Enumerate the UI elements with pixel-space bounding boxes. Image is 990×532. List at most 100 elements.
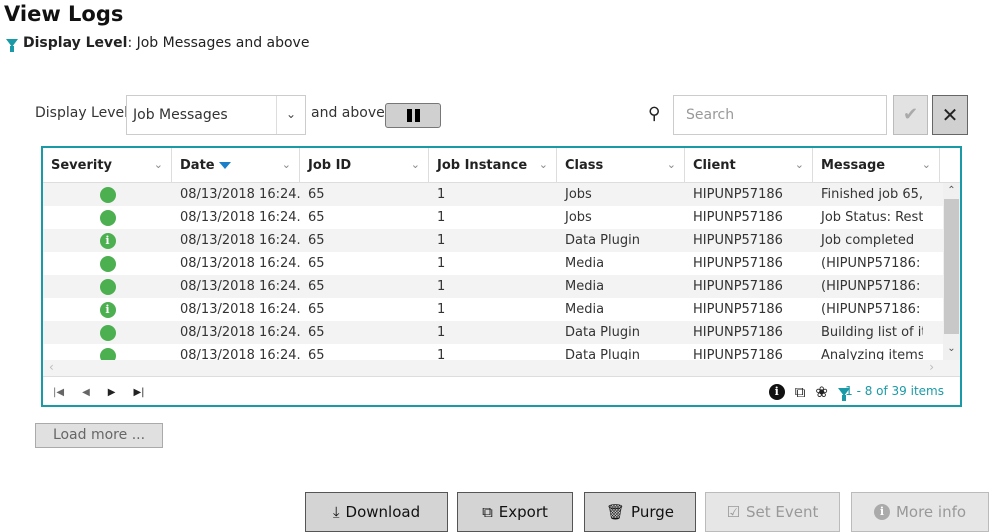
severity-cell [43, 252, 172, 275]
instance-cell: 1 [437, 187, 446, 202]
scroll-up-icon[interactable]: ⌃ [943, 185, 960, 196]
column-label: Class [565, 158, 604, 173]
success-icon [99, 186, 116, 203]
class-cell: Data Plugin [565, 233, 640, 248]
set-event-button[interactable]: ☑ Set Event [705, 492, 840, 532]
pause-button[interactable] [385, 103, 441, 128]
display-level-label: Display Level [35, 105, 129, 121]
date-cell: 08/13/2018 16:24... [180, 348, 300, 360]
success-icon [99, 324, 116, 341]
job-id-cell: 65 [308, 210, 325, 225]
scroll-right-icon[interactable]: › [929, 360, 934, 374]
chevron-down-icon[interactable]: ⌄ [795, 158, 804, 171]
column-label: Job Instance [437, 158, 528, 173]
table-row[interactable]: 08/13/2018 16:24... 65 1 Media HIPUNP57186 (H… [43, 252, 960, 275]
column-client[interactable]: Client ⌄ [685, 148, 813, 182]
display-level-select[interactable]: Job Messages ⌄ [126, 95, 306, 135]
last-page-icon[interactable]: ▶| [133, 387, 144, 398]
success-icon [99, 347, 116, 360]
instance-cell: 1 [437, 348, 446, 360]
table-row[interactable]: 08/13/2018 16:24... 65 1 Data Plugin HIPUNP5… [43, 344, 960, 360]
severity-cell [43, 321, 172, 344]
export-icon[interactable]: ⧉ [795, 383, 806, 401]
horizontal-scrollbar[interactable]: ‹ › [43, 360, 960, 377]
column-job-id[interactable]: Job ID ⌄ [300, 148, 429, 182]
class-cell: Jobs [565, 187, 592, 202]
date-cell: 08/13/2018 16:24... [180, 210, 300, 225]
info-icon: i [99, 301, 116, 318]
display-level-value: Job Messages [127, 96, 277, 134]
chevron-down-icon[interactable]: ⌄ [539, 158, 548, 171]
column-severity[interactable]: Severity ⌄ [43, 148, 172, 182]
grid-rows: 08/13/2018 16:24... 65 1 Jobs HIPUNP57186 Fin… [43, 183, 960, 360]
client-cell: HIPUNP57186 [693, 233, 783, 248]
chevron-down-icon[interactable]: ⌄ [282, 158, 291, 171]
job-id-cell: 65 [308, 187, 325, 202]
info-icon: i [873, 504, 890, 520]
apply-search-button[interactable]: ✔ [893, 95, 928, 135]
message-cell: Job Status: Restor... [821, 210, 923, 225]
message-cell: Job completed [821, 233, 915, 248]
column-message[interactable]: Message ⌄ [813, 148, 940, 182]
message-cell: Finished job 65, p... [821, 187, 923, 202]
scroll-left-icon[interactable]: ‹ [49, 360, 54, 374]
date-cell: 08/13/2018 16:24... [180, 256, 300, 271]
prev-page-icon[interactable]: ◀ [82, 387, 90, 398]
column-date[interactable]: Date ⌄ [172, 148, 300, 182]
class-cell: Media [565, 279, 605, 294]
summary-label: Display Level [23, 35, 128, 51]
page-title: View Logs [4, 2, 124, 26]
purge-button[interactable]: 🗑 Purge [584, 492, 696, 532]
sort-desc-icon [218, 162, 231, 169]
column-class[interactable]: Class ⌄ [557, 148, 685, 182]
grid-footer: |◀ ◀ ▶ ▶| i ⧉ ❀ 1 - 8 of 39 items [43, 377, 960, 405]
chevron-down-icon[interactable]: ⌄ [667, 158, 676, 171]
clear-search-button[interactable]: ✕ [932, 95, 968, 135]
instance-cell: 1 [437, 302, 446, 317]
grid-body: 08/13/2018 16:24... 65 1 Jobs HIPUNP57186 Fin… [43, 183, 960, 360]
table-row[interactable]: 08/13/2018 16:24... 65 1 Data Plugin HIPUNP5… [43, 321, 960, 344]
grid-header: Severity ⌄ Date ⌄ Job ID ⌄ Job Instance ⌄ Cl… [43, 148, 960, 183]
export-button[interactable]: ⧉ Export [457, 492, 573, 532]
client-cell: HIPUNP57186 [693, 279, 783, 294]
scrollbar-thumb[interactable] [944, 199, 959, 334]
severity-cell [43, 344, 172, 360]
chevron-down-icon[interactable]: ⌄ [277, 96, 305, 134]
export-icon: ⧉ [482, 503, 493, 521]
scroll-down-icon[interactable]: ⌄ [943, 343, 960, 354]
table-row[interactable]: 08/13/2018 16:24... 65 1 Jobs HIPUNP57186 Job… [43, 206, 960, 229]
table-row[interactable]: 08/13/2018 16:24... 65 1 Jobs HIPUNP57186 Fin… [43, 183, 960, 206]
message-cell: (HIPUNP57186: \... [821, 256, 923, 271]
vertical-scrollbar[interactable]: ⌃ ⌄ [943, 183, 960, 360]
first-page-icon[interactable]: |◀ [53, 387, 64, 398]
more-info-button[interactable]: i More info [851, 492, 989, 532]
column-label: Severity [51, 158, 113, 173]
column-job-instance[interactable]: Job Instance ⌄ [429, 148, 557, 182]
client-cell: HIPUNP57186 [693, 348, 783, 360]
next-page-icon[interactable]: ▶ [108, 387, 116, 398]
table-row[interactable]: i 08/13/2018 16:24... 65 1 Media HIPUNP57186 (… [43, 298, 960, 321]
client-cell: HIPUNP57186 [693, 210, 783, 225]
message-cell: Building list of ite... [821, 325, 923, 340]
chevron-down-icon[interactable]: ⌄ [154, 158, 163, 171]
class-cell: Media [565, 256, 605, 271]
search-input[interactable] [673, 95, 887, 135]
class-cell: Jobs [565, 210, 592, 225]
instance-cell: 1 [437, 279, 446, 294]
severity-cell [43, 183, 172, 206]
display-level-summary: Display Level: Job Messages and above [6, 35, 309, 52]
download-icon: ⤓ [332, 503, 340, 521]
load-more-button[interactable]: Load more ... [35, 423, 163, 448]
download-button[interactable]: ⤓ Download [305, 492, 448, 532]
table-row[interactable]: i 08/13/2018 16:24... 65 1 Data Plugin HIPUNP… [43, 229, 960, 252]
severity-cell [43, 275, 172, 298]
table-row[interactable]: 08/13/2018 16:24... 65 1 Media HIPUNP57186 (H… [43, 275, 960, 298]
job-id-cell: 65 [308, 348, 325, 360]
chevron-down-icon[interactable]: ⌄ [922, 158, 931, 171]
column-settings-icon[interactable]: ❀ [815, 383, 828, 401]
more-info-label: More info [895, 503, 967, 521]
chevron-down-icon[interactable]: ⌄ [411, 158, 420, 171]
severity-cell: i [43, 298, 172, 321]
info-icon[interactable]: i [768, 384, 785, 400]
instance-cell: 1 [437, 325, 446, 340]
